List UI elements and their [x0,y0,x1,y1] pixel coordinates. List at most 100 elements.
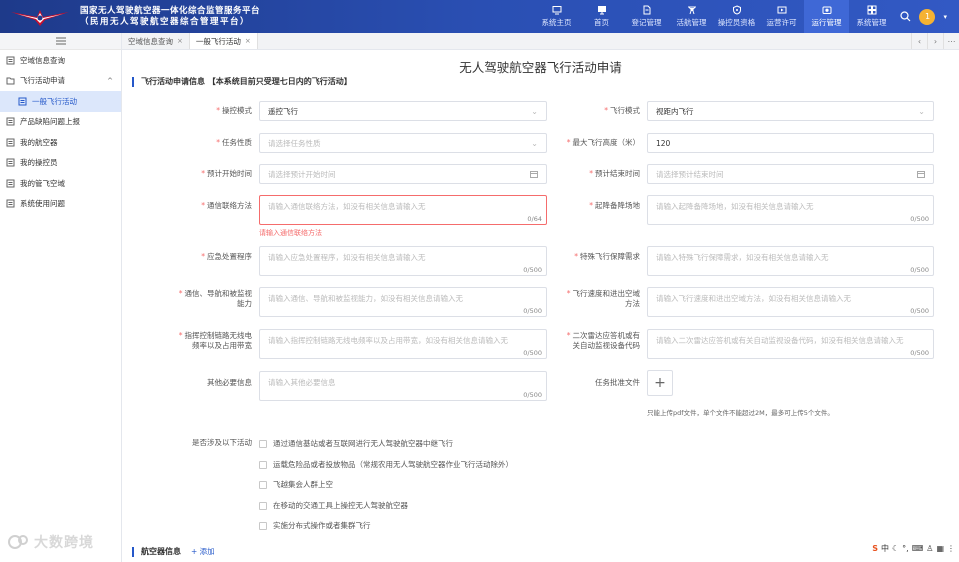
sidebar-item-my-aircraft[interactable]: 我的航空器 [0,132,121,153]
checkbox[interactable] [259,439,267,448]
checkbox[interactable] [259,521,267,530]
sidebar-item-label: 我的操控员 [20,158,58,168]
other-info-textarea[interactable]: 请输入其他必要信息 0/500 [259,371,547,401]
checkbox[interactable] [259,480,267,489]
nav-registration[interactable]: 登记管理 [624,0,669,33]
activity-option[interactable]: 实施分布式操作或者集群飞行 [259,520,371,531]
nav-system-home[interactable]: 系统主页 [534,0,579,33]
char-counter: 0/500 [910,307,929,315]
cnav-textarea[interactable]: 请输入通信、导航和被监视能力，如没有相关信息请输入无 0/500 [259,287,547,317]
sidebar-item-label: 一般飞行活动 [32,96,77,106]
nav-flight-mgmt[interactable]: 活航管理 [669,0,714,33]
chevron-down-icon[interactable]: ▾ [943,13,947,21]
nav-label: 运行管理 [811,18,842,27]
link-freq-label: * 指挥控制链路无线电 频率以及占用带宽 [178,331,252,350]
close-icon[interactable]: × [245,37,251,45]
activity-option[interactable]: 在移动的交通工具上操控无人驾驶航空器 [259,500,408,511]
tabs-more-button[interactable]: ⋯ [943,33,959,49]
control-mode-value: 遥控飞行 [268,106,298,116]
more-icon[interactable]: ⋮ [947,544,955,553]
sidebar-item-my-airspace[interactable]: 我的管飞空域 [0,173,121,194]
camera-icon [822,6,831,14]
flight-mode-label: * 飞行模式 [604,106,640,115]
activities-label: 是否涉及以下活动 [192,438,252,447]
cnav-label: * 通信、导航和被监视 能力 [178,289,252,308]
sidebar-item-general-flight[interactable]: 一般飞行活动 [0,91,121,112]
close-icon[interactable]: × [177,37,183,45]
tabs-prev-button[interactable]: ‹ [911,33,927,49]
checkbox-label: 飞越集会人群上空 [273,480,333,489]
nav-label: 登记管理 [631,18,662,27]
user-avatar[interactable]: 1 [919,8,936,25]
aircraft-section-title: 航空器信息 + 添加 [132,547,215,557]
sidebar-item-system-issues[interactable]: 系统使用问题 [0,194,121,215]
transponder-textarea[interactable]: 请输入二次雷达应答机或有关自动监视设备代码，如没有相关信息请输入无 0/500 [647,329,934,359]
keyboard-icon[interactable]: ⌨ [912,544,924,553]
checkbox-label: 在移动的交通工具上操控无人驾驶航空器 [273,501,408,510]
punctuation-icon[interactable]: °, [902,544,909,553]
menu-toggle-button[interactable] [0,33,121,50]
checkbox[interactable] [259,501,267,510]
checkbox[interactable] [259,460,267,469]
max-altitude-input[interactable]: 120 [647,133,934,153]
control-mode-select[interactable]: 遥控飞行 ⌄ [259,101,547,121]
task-type-select[interactable]: 请选择任务性质 ⌄ [259,133,547,153]
speed-airspace-label: * 飞行速度和进出空域 方法 [566,289,640,308]
search-icon[interactable] [900,11,911,22]
activity-option[interactable]: 运载危险品或者投放物品（常规农用无人驾驶航空器作业飞行活动除外） [259,459,513,470]
comm-contact-placeholder: 请输入通信联络方法，如没有相关信息请输入无 [268,202,426,211]
comm-contact-textarea[interactable]: 请输入通信联络方法，如没有相关信息请输入无 0/64 [259,195,547,225]
doc-icon [6,158,15,167]
nav-label: 运营许可 [766,18,797,27]
flight-mode-select[interactable]: 视距内飞行 ⌄ [647,101,934,121]
tabs-next-button[interactable]: › [927,33,943,49]
flight-mode-value: 视距内飞行 [656,106,694,116]
nav-home[interactable]: 首页 [579,0,624,33]
grid-icon[interactable]: ▦ [936,544,944,553]
ime-language-toggle[interactable]: 中 [881,543,889,554]
link-freq-placeholder: 请输入指挥控制链路无线电频率以及占用带宽，如没有相关信息请输入无 [268,336,508,345]
other-info-placeholder: 请输入其他必要信息 [268,378,336,387]
activity-option[interactable]: 飞越集会人群上空 [259,479,333,490]
end-time-picker[interactable]: 请选择预计结束时间 [647,164,934,184]
takeoff-site-label: * 起降备降场地 [589,201,640,210]
emergency-textarea[interactable]: 请输入应急处置程序，如没有相关信息请输入无 0/500 [259,246,547,276]
sidebar-item-defect-report[interactable]: 产品缺陷问题上报 [0,112,121,133]
sidebar-item-label: 飞行活动申请 [20,76,65,86]
start-time-picker[interactable]: 请选择预计开始时间 [259,164,547,184]
speed-airspace-textarea[interactable]: 请输入飞行速度和进出空域方法，如没有相关信息请输入无 0/500 [647,287,934,317]
takeoff-site-textarea[interactable]: 请输入起降备降场地，如没有相关信息请输入无 0/500 [647,195,934,225]
grid-icon [867,5,876,15]
end-time-label: * 预计结束时间 [589,169,640,178]
link-freq-textarea[interactable]: 请输入指挥控制链路无线电频率以及占用带宽，如没有相关信息请输入无 0/500 [259,329,547,359]
sidebar-item-flight-application[interactable]: 飞行活动申请 ^ [0,71,121,92]
tab-airspace-query[interactable]: 空域信息查询 × [122,33,190,49]
comm-contact-label: * 通信联络方法 [201,201,252,210]
char-counter: 0/500 [910,349,929,357]
sidebar-item-label: 空域信息查询 [20,55,65,65]
doc-icon [6,199,15,208]
moon-icon[interactable]: ☾ [892,544,899,553]
nav-operator-qual[interactable]: 操控员资格 [714,0,759,33]
sidebar: 空域信息查询 飞行活动申请 ^ 一般飞行活动 产品缺陷问题上报 我的航空器 我的… [0,33,122,562]
tabs-bar: 空域信息查询 × 一般飞行活动 × ‹ › ⋯ [122,33,959,50]
platform-subtitle: （民用无人驾驶航空器综合管理平台） [80,16,251,27]
add-aircraft-link[interactable]: + 添加 [191,547,215,556]
activity-option[interactable]: 通过通信基站或者互联网进行无人驾驶航空器中继飞行 [259,438,453,449]
plus-icon: + [654,375,666,391]
nav-operation-permit[interactable]: 运营许可 [759,0,804,33]
sogou-icon[interactable]: S [872,544,878,553]
sidebar-item-my-operators[interactable]: 我的操控员 [0,153,121,174]
nav-system-mgmt[interactable]: 系统管理 [849,0,894,33]
other-info-label: 其他必要信息 [207,378,252,387]
file-upload-button[interactable]: + [647,370,673,396]
char-counter: 0/500 [910,215,929,223]
sidebar-item-airspace-query[interactable]: 空域信息查询 [0,50,121,71]
end-time-placeholder: 请选择预计结束时间 [656,169,724,179]
monitor-icon [597,6,606,15]
nav-operation-mgmt[interactable]: 运行管理 [804,0,849,33]
user-icon[interactable]: ♙ [926,544,933,553]
special-needs-textarea[interactable]: 请输入特殊飞行保障需求，如没有相关信息请输入无 0/500 [647,246,934,276]
tab-general-flight[interactable]: 一般飞行活动 × [189,33,258,49]
doc-icon [18,97,27,106]
